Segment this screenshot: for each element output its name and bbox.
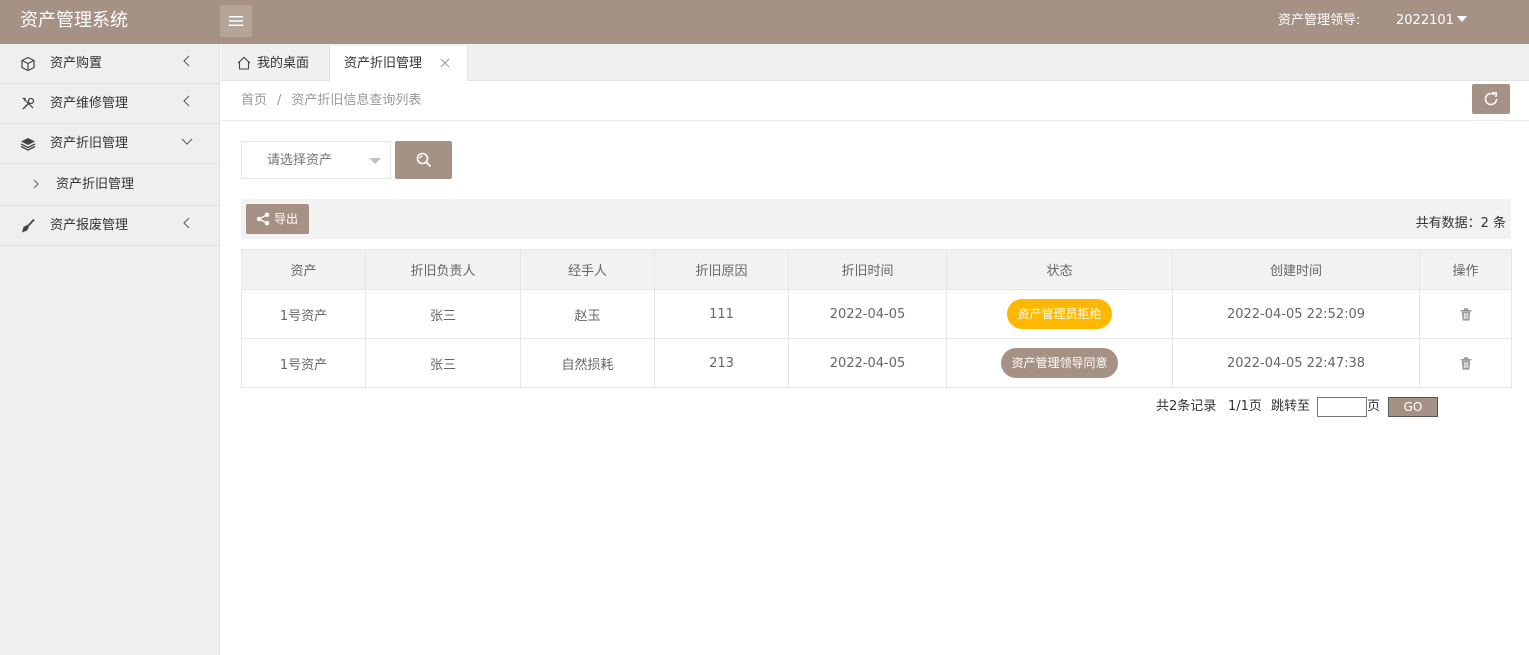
cell-handler: 赵玉 [520, 289, 655, 339]
search-button[interactable] [395, 141, 452, 179]
close-icon[interactable] [440, 58, 450, 68]
table-row: 1号资产 张三 赵玉 111 2022-04-05 资产管理员拒绝 2022-0… [241, 289, 1512, 339]
tab-label: 我的桌面 [257, 56, 310, 71]
menu-toggle-button[interactable] [220, 5, 252, 37]
column-header: 折旧负责人 [365, 249, 521, 290]
breadcrumb-bar: 首页 / 资产折旧信息查询列表 [221, 81, 1529, 121]
cell-date: 2022-04-05 [788, 289, 947, 339]
cell-reason: 111 [654, 289, 789, 339]
menu-icon [229, 16, 243, 26]
breadcrumb-home[interactable]: 首页 [241, 93, 267, 108]
tab-label: 资产折旧管理 [344, 56, 423, 71]
table-toolbar: 导出 共有数据：2 条 [241, 199, 1511, 239]
sidebar-item-label: 资产购置 [50, 56, 103, 71]
table-header-row: 资产 折旧负责人 经手人 折旧原因 折旧时间 状态 创建时间 操作 [241, 249, 1512, 290]
sidebar-subitem-depreciation-management[interactable]: 资产折旧管理 [0, 164, 219, 206]
sidebar-item-label: 资产维修管理 [50, 96, 129, 111]
tab-depreciation-management[interactable]: 资产折旧管理 [329, 46, 468, 81]
cell-actions [1419, 289, 1512, 339]
cell-date: 2022-04-05 [788, 338, 947, 388]
cell-asset: 1号资产 [241, 338, 366, 388]
cell-asset: 1号资产 [241, 289, 366, 339]
cell-actions [1419, 338, 1512, 388]
chevron-left-icon [183, 95, 190, 107]
column-header: 经手人 [520, 249, 655, 290]
caret-down-icon [369, 158, 381, 164]
pager-jump-label: 跳转至 [1271, 399, 1311, 414]
cell-owner: 张三 [365, 289, 521, 339]
column-header: 状态 [946, 249, 1173, 290]
user-menu[interactable]: 2022101 [1396, 12, 1454, 30]
sidebar-item-asset-repair[interactable]: 资产维修管理 [0, 84, 219, 124]
cell-created: 2022-04-05 22:52:09 [1172, 289, 1420, 339]
home-icon [237, 56, 251, 70]
asset-select[interactable]: 请选择资产 [241, 141, 391, 179]
sidebar-item-label: 资产折旧管理 [50, 136, 129, 151]
brush-icon [22, 218, 35, 233]
share-icon [256, 212, 270, 226]
chevron-left-icon [183, 55, 190, 67]
asset-select-placeholder: 请选择资产 [267, 153, 333, 168]
depreciation-table: 资产 折旧负责人 经手人 折旧原因 折旧时间 状态 创建时间 操作 1号资产 张… [241, 249, 1512, 388]
column-header: 操作 [1419, 249, 1512, 290]
cell-reason: 213 [654, 338, 789, 388]
refresh-button[interactable] [1472, 84, 1510, 114]
breadcrumb-separator: / [277, 93, 282, 108]
go-button[interactable]: GO [1388, 397, 1438, 417]
top-header: 资产管理系统 资产管理领导: 2022101 [0, 0, 1529, 44]
chevron-down-icon [181, 138, 193, 145]
trash-icon[interactable] [1460, 356, 1472, 370]
export-button[interactable]: 导出 [246, 204, 309, 234]
sidebar-subitem-label: 资产折旧管理 [56, 177, 135, 192]
column-header: 折旧原因 [654, 249, 789, 290]
trash-icon[interactable] [1460, 307, 1472, 321]
sidebar: 资产购置 资产维修管理 资产折旧管理 资产折旧管理 资产报废管理 [0, 44, 220, 655]
tab-bar: 我的桌面 资产折旧管理 [221, 44, 1529, 81]
breadcrumb: 首页 / 资产折旧信息查询列表 [241, 92, 421, 110]
total-count: 共有数据：2 条 [1415, 216, 1506, 231]
breadcrumb-current: 资产折旧信息查询列表 [291, 93, 422, 108]
column-header: 资产 [241, 249, 366, 290]
search-icon [416, 152, 431, 168]
table-row: 1号资产 张三 自然损耗 213 2022-04-05 资产管理领导同意 202… [241, 338, 1512, 388]
cell-handler: 自然损耗 [520, 338, 655, 388]
page-number-input[interactable] [1317, 397, 1367, 417]
cell-status: 资产管理领导同意 [946, 338, 1173, 388]
tab-my-desktop[interactable]: 我的桌面 [221, 46, 328, 81]
sidebar-item-asset-scrap[interactable]: 资产报废管理 [0, 206, 219, 246]
pager-pages: 1/1页 [1228, 399, 1262, 414]
chevron-right-icon [33, 179, 39, 189]
sidebar-item-asset-depreciation[interactable]: 资产折旧管理 [0, 124, 219, 164]
pager-records: 共2条记录 [1156, 399, 1217, 414]
chevron-left-icon [183, 217, 190, 229]
status-badge: 资产管理员拒绝 [1007, 299, 1112, 329]
cube-icon [21, 56, 35, 72]
app-title: 资产管理系统 [20, 10, 128, 31]
refresh-icon [1484, 91, 1498, 106]
sidebar-item-asset-purchase[interactable]: 资产购置 [0, 44, 219, 84]
user-role-label: 资产管理领导: [1278, 13, 1361, 28]
column-header: 折旧时间 [788, 249, 947, 290]
cell-owner: 张三 [365, 338, 521, 388]
user-dropdown-caret-icon[interactable] [1457, 16, 1467, 22]
cell-status: 资产管理员拒绝 [946, 289, 1173, 339]
pager-page-unit: 页 [1367, 399, 1381, 414]
export-button-label: 导出 [274, 212, 299, 226]
status-badge: 资产管理领导同意 [1001, 348, 1118, 378]
layers-icon [20, 138, 36, 151]
sidebar-item-label: 资产报废管理 [50, 218, 129, 233]
tools-icon [22, 97, 35, 110]
column-header: 创建时间 [1172, 249, 1420, 290]
cell-created: 2022-04-05 22:47:38 [1172, 338, 1420, 388]
